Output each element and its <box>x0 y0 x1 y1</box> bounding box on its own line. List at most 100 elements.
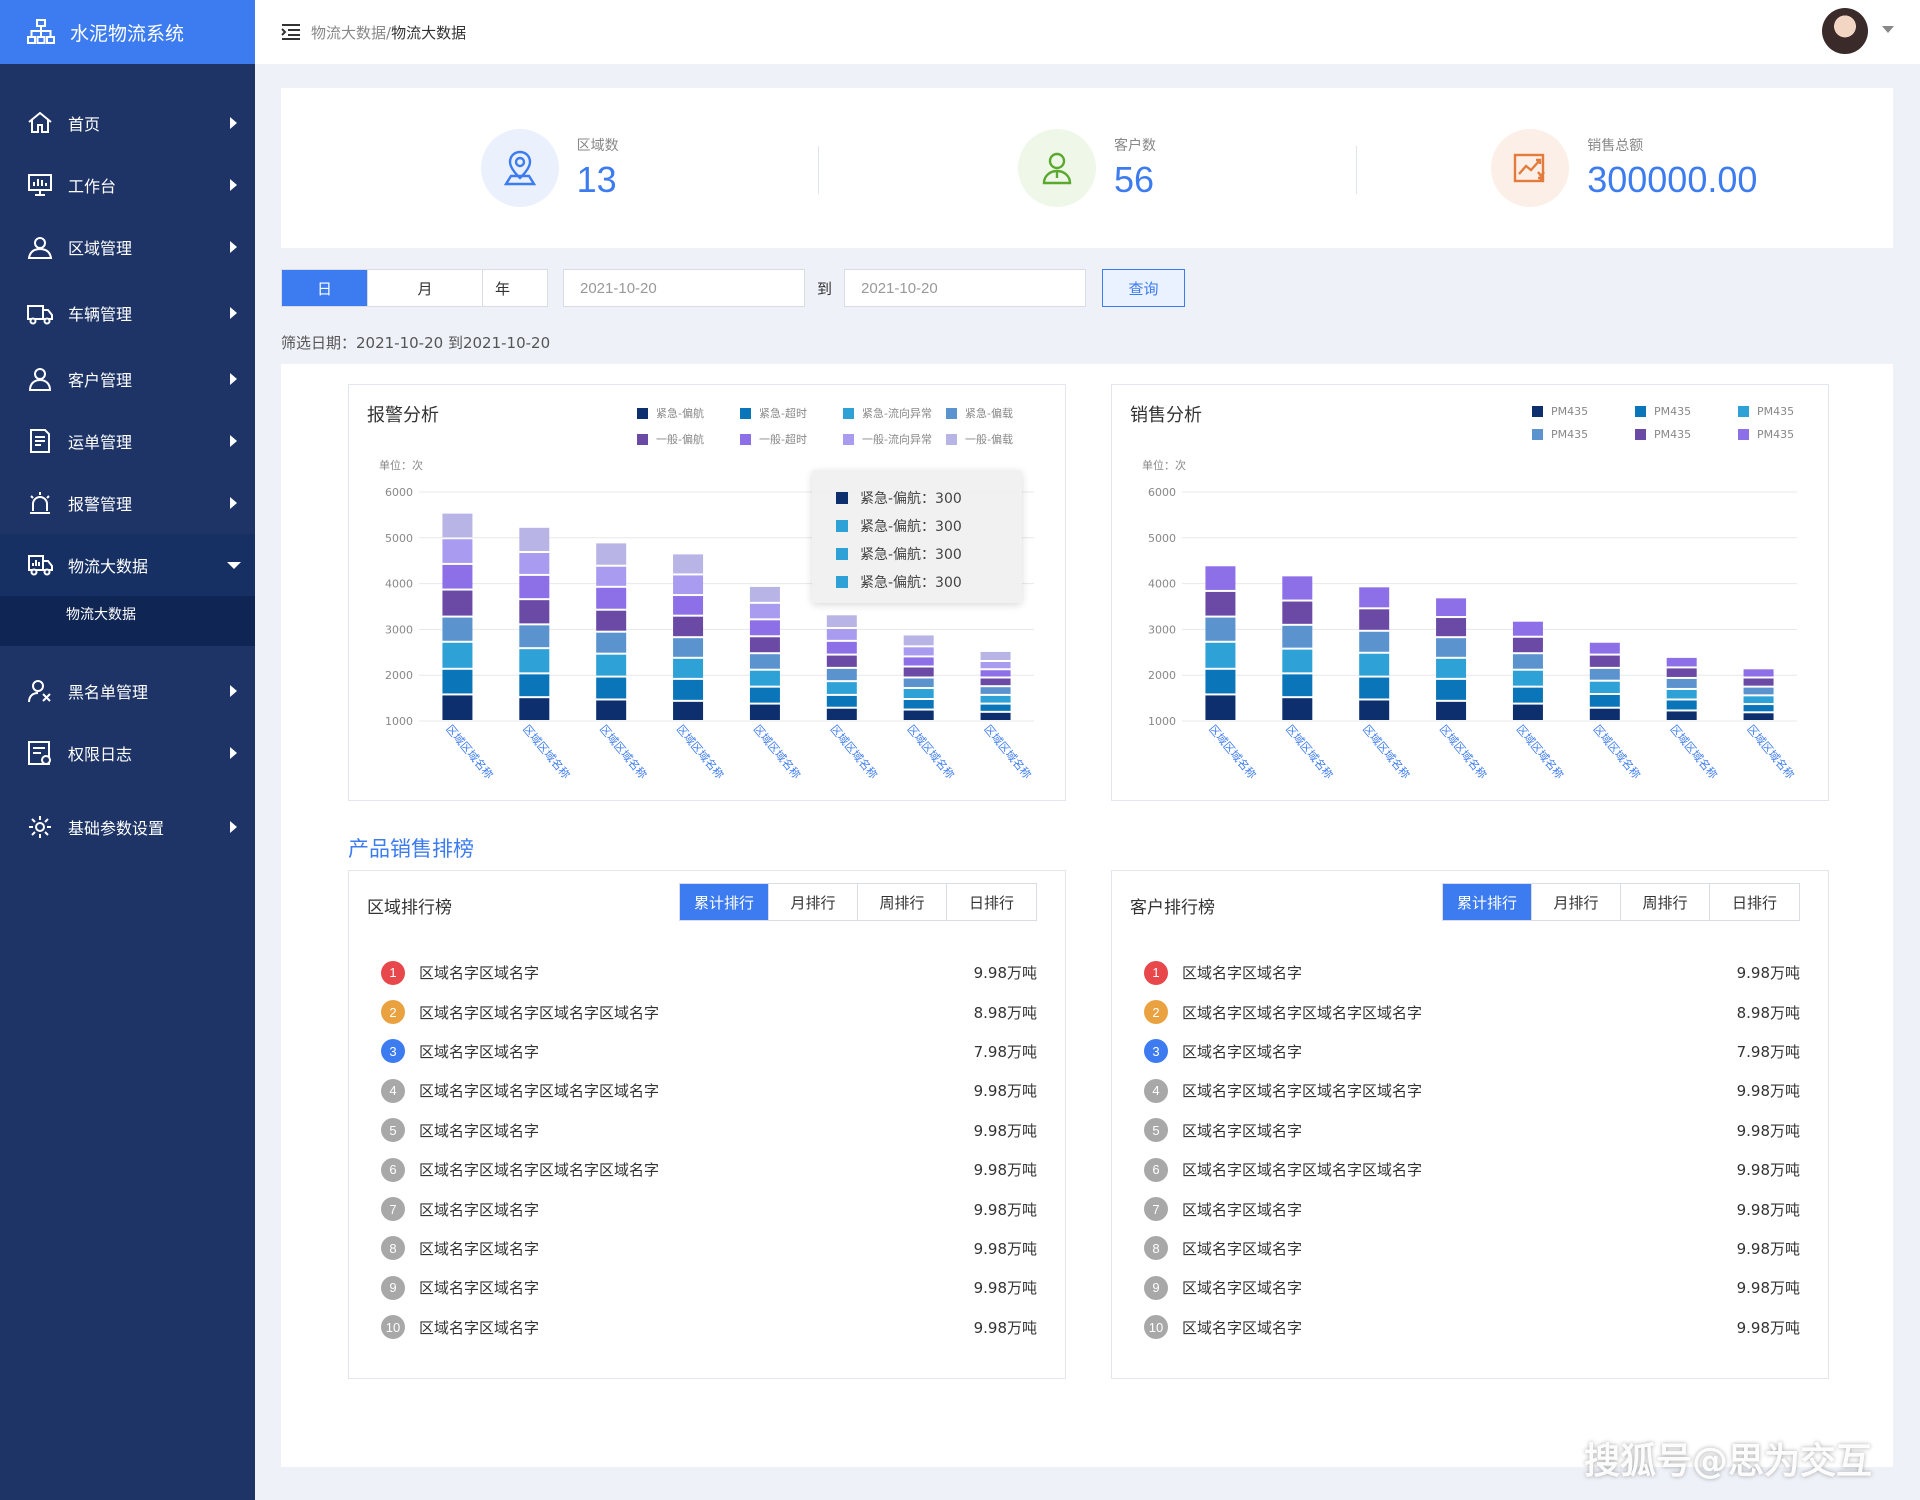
bar-segment[interactable] <box>980 695 1011 703</box>
bar-segment[interactable] <box>903 710 934 720</box>
bar-segment[interactable] <box>673 554 704 574</box>
submenu-item[interactable]: 物流大数据 <box>0 596 255 646</box>
end-date-input[interactable]: 2021-10-20 <box>844 269 1087 307</box>
bar-segment[interactable] <box>1282 625 1313 648</box>
bar-segment[interactable] <box>749 654 780 669</box>
tab-month[interactable]: 月 <box>368 270 483 306</box>
bar-segment[interactable] <box>903 678 934 688</box>
sidebar-item[interactable]: 客户管理 <box>0 348 255 410</box>
list-item[interactable]: 4 区域名字区域名字区域名字区域名字 9.98万吨 <box>1144 1071 1800 1110</box>
sidebar-item[interactable]: 工作台 <box>0 154 255 216</box>
bar-segment[interactable] <box>442 695 473 720</box>
bar-segment[interactable] <box>980 678 1011 686</box>
bar-segment[interactable] <box>596 587 627 609</box>
tab-year[interactable]: 年 <box>483 270 547 306</box>
bar-segment[interactable] <box>596 632 627 653</box>
bar-segment[interactable] <box>442 539 473 563</box>
bar-segment[interactable] <box>673 638 704 657</box>
sidebar-item[interactable]: 物流大数据 <box>0 534 255 596</box>
query-button[interactable]: 查询 <box>1102 269 1186 307</box>
bar-segment[interactable] <box>519 698 550 720</box>
list-item[interactable]: 10 区域名字区域名字 9.98万吨 <box>381 1308 1037 1347</box>
avatar[interactable] <box>1822 8 1868 54</box>
bar-segment[interactable] <box>1589 694 1620 707</box>
tab-weekly[interactable]: 周排行 <box>1621 884 1710 920</box>
list-item[interactable]: 4 区域名字区域名字区域名字区域名字 9.98万吨 <box>381 1071 1037 1110</box>
bar-segment[interactable] <box>1436 598 1467 617</box>
sidebar-item[interactable]: 黑名单管理 <box>0 660 255 722</box>
list-item[interactable]: 8 区域名字区域名字 9.98万吨 <box>1144 1229 1800 1268</box>
app-brand[interactable]: 水泥物流系统 <box>0 0 255 64</box>
bar-segment[interactable] <box>749 687 780 703</box>
bar-segment[interactable] <box>1743 696 1774 704</box>
bar-segment[interactable] <box>1359 631 1390 652</box>
tab-cumulative[interactable]: 累计排行 <box>680 884 769 920</box>
bar-segment[interactable] <box>442 617 473 641</box>
bar-segment[interactable] <box>673 616 704 637</box>
bar-segment[interactable] <box>1436 618 1467 637</box>
sidebar-item[interactable]: 报警管理 <box>0 472 255 534</box>
bar-segment[interactable] <box>1666 678 1697 688</box>
bar-segment[interactable] <box>442 564 473 589</box>
bar-segment[interactable] <box>596 654 627 676</box>
bar-segment[interactable] <box>1436 658 1467 678</box>
bar-segment[interactable] <box>903 667 934 677</box>
list-item[interactable]: 7 区域名字区域名字 9.98万吨 <box>381 1189 1037 1228</box>
bar-segment[interactable] <box>1359 700 1390 720</box>
bar-segment[interactable] <box>519 527 550 551</box>
tab-daily[interactable]: 日排行 <box>947 884 1036 920</box>
bar-segment[interactable] <box>1359 653 1390 676</box>
start-date-input[interactable]: 2021-10-20 <box>563 269 805 307</box>
list-item[interactable]: 2 区域名字区域名字区域名字区域名字 8.98万吨 <box>1144 992 1800 1031</box>
bar-segment[interactable] <box>826 668 857 681</box>
bar-segment[interactable] <box>519 649 550 673</box>
bar-segment[interactable] <box>596 677 627 699</box>
list-item[interactable]: 6 区域名字区域名字区域名字区域名字 9.98万吨 <box>381 1150 1037 1189</box>
bar-segment[interactable] <box>1512 670 1543 686</box>
bar-segment[interactable] <box>1512 704 1543 720</box>
sidebar-item[interactable]: 基础参数设置 <box>0 796 255 858</box>
bar-segment[interactable] <box>1205 669 1236 694</box>
bar-segment[interactable] <box>1282 698 1313 720</box>
bar-segment[interactable] <box>980 651 1011 661</box>
bar-segment[interactable] <box>903 700 934 709</box>
bar-segment[interactable] <box>903 657 934 666</box>
bar-segment[interactable] <box>749 603 780 619</box>
bar-segment[interactable] <box>1743 678 1774 686</box>
tab-monthly[interactable]: 月排行 <box>769 884 858 920</box>
tab-cumulative[interactable]: 累计排行 <box>1443 884 1532 920</box>
bar-segment[interactable] <box>1743 687 1774 695</box>
list-item[interactable]: 3 区域名字区域名字 7.98万吨 <box>381 1032 1037 1071</box>
bar-segment[interactable] <box>826 641 857 654</box>
bar-segment[interactable] <box>749 620 780 636</box>
bar-segment[interactable] <box>442 513 473 538</box>
bar-segment[interactable] <box>673 658 704 678</box>
bar-segment[interactable] <box>519 625 550 648</box>
bar-segment[interactable] <box>903 635 934 646</box>
bar-segment[interactable] <box>519 552 550 574</box>
sidebar-item[interactable]: 运单管理 <box>0 410 255 472</box>
bar-segment[interactable] <box>596 700 627 720</box>
bar-segment[interactable] <box>673 575 704 595</box>
bar-segment[interactable] <box>1666 668 1697 677</box>
sidebar-item[interactable]: 车辆管理 <box>0 282 255 344</box>
bar-segment[interactable] <box>826 615 857 628</box>
bar-segment[interactable] <box>1743 669 1774 677</box>
bar-segment[interactable] <box>1512 637 1543 653</box>
bar-segment[interactable] <box>1666 689 1697 699</box>
bar-segment[interactable] <box>903 647 934 656</box>
bar-segment[interactable] <box>1512 687 1543 703</box>
bar-segment[interactable] <box>1205 566 1236 590</box>
chevron-down-icon[interactable] <box>1882 26 1894 33</box>
bar-segment[interactable] <box>1436 638 1467 657</box>
sidebar-item[interactable]: 区域管理 <box>0 216 255 278</box>
bar-segment[interactable] <box>1589 681 1620 693</box>
bar-segment[interactable] <box>980 662 1011 669</box>
sidebar-item[interactable]: 权限日志 <box>0 722 255 784</box>
bar-segment[interactable] <box>826 708 857 720</box>
breadcrumb-parent[interactable]: 物流大数据/ <box>311 24 391 42</box>
bar-segment[interactable] <box>1359 587 1390 608</box>
bar-segment[interactable] <box>980 670 1011 677</box>
bar-segment[interactable] <box>1359 609 1390 630</box>
tab-day[interactable]: 日 <box>282 270 368 306</box>
